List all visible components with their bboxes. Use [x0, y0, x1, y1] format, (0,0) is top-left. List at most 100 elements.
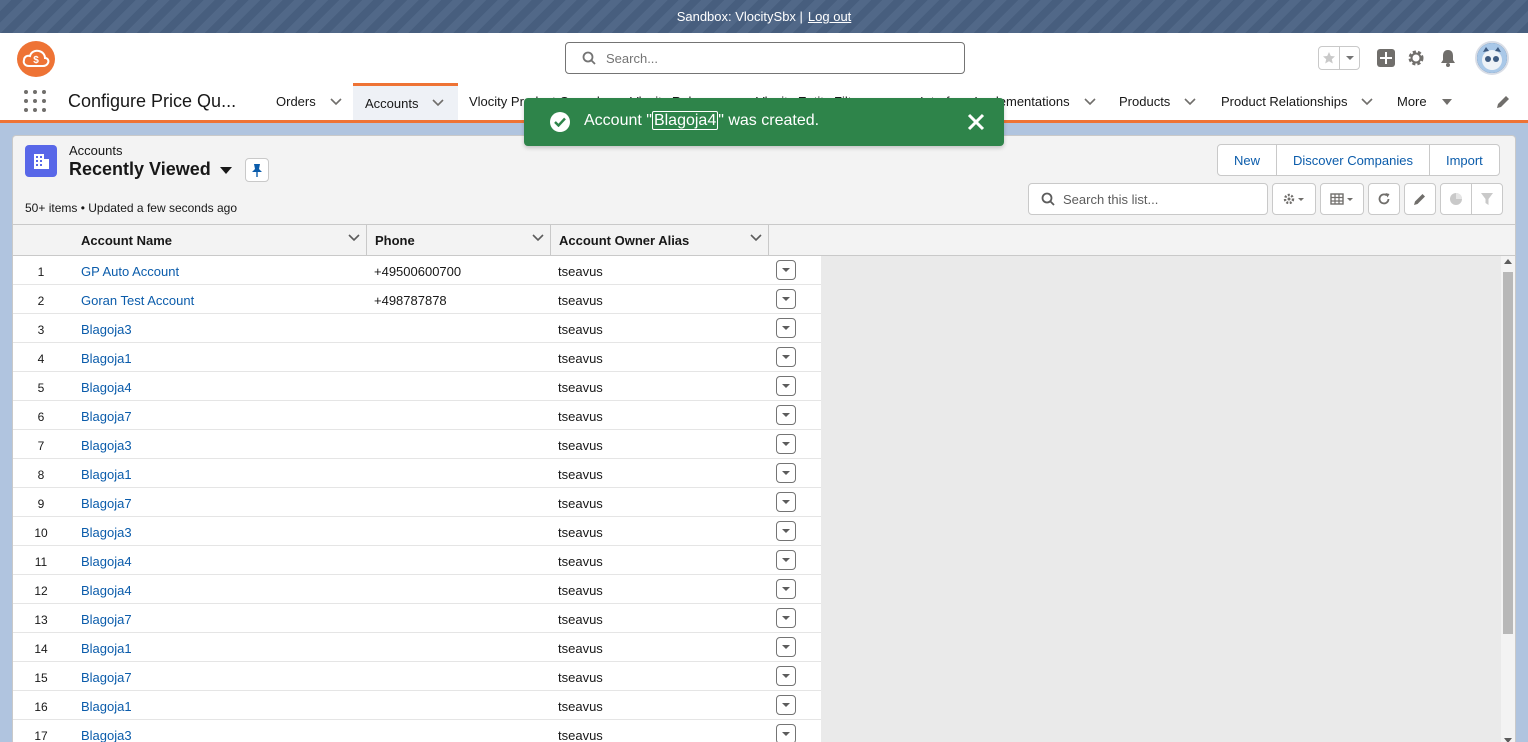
row-actions-button[interactable] [776, 724, 796, 742]
account-name-link[interactable]: Blagoja3 [81, 322, 132, 337]
setup-gear-icon[interactable] [1404, 46, 1428, 70]
user-avatar[interactable] [1475, 41, 1509, 75]
nav-item-more[interactable]: More [1385, 83, 1465, 120]
pin-list-view-button[interactable] [245, 158, 269, 182]
account-name-link[interactable]: Blagoja7 [81, 670, 132, 685]
favorites-group [1318, 46, 1360, 70]
edit-nav-pencil-icon[interactable] [1495, 94, 1511, 110]
table-row: 11 Blagoja4 tseavus [13, 546, 821, 575]
account-name-link[interactable]: Blagoja4 [81, 583, 132, 598]
account-name-link[interactable]: Blagoja1 [81, 699, 132, 714]
salesforce-cpq-logo-icon[interactable]: $ [17, 41, 55, 77]
row-actions-button[interactable] [776, 695, 796, 715]
row-number-header [13, 225, 69, 256]
chevron-down-icon[interactable] [432, 99, 445, 107]
account-name-link[interactable]: Blagoja7 [81, 496, 132, 511]
row-actions-button[interactable] [776, 405, 796, 425]
account-name-link[interactable]: Blagoja3 [81, 525, 132, 540]
row-actions-button[interactable] [776, 579, 796, 599]
row-actions-button[interactable] [776, 637, 796, 657]
new-button[interactable]: New [1218, 145, 1278, 175]
display-as-table-button[interactable] [1320, 183, 1364, 215]
account-name-link[interactable]: Blagoja1 [81, 467, 132, 482]
column-header-phone[interactable]: Phone [367, 225, 551, 256]
gear-icon [1283, 193, 1304, 205]
row-actions-button[interactable] [776, 492, 796, 512]
object-label: Accounts [69, 143, 123, 158]
row-number: 8 [37, 468, 45, 482]
account-name-link[interactable]: Blagoja7 [81, 409, 132, 424]
row-actions-button[interactable] [776, 434, 796, 454]
caret-down-icon[interactable] [1441, 98, 1453, 106]
app-launcher-waffle-icon[interactable] [24, 90, 46, 112]
chevron-down-icon [782, 645, 790, 649]
notifications-bell-icon[interactable] [1436, 46, 1460, 70]
global-actions-plus-icon[interactable] [1374, 46, 1398, 70]
account-name-link[interactable]: Blagoja7 [81, 612, 132, 627]
owner-alias-cell: tseavus [558, 409, 603, 424]
chevron-down-icon[interactable] [532, 234, 544, 242]
global-search-placeholder: Search... [606, 50, 659, 66]
list-view-controls-button[interactable] [1272, 183, 1316, 215]
caret-down-icon[interactable] [219, 159, 233, 180]
table-row: 12 Blagoja4 tseavus [13, 575, 821, 604]
chevron-down-icon[interactable] [330, 97, 342, 106]
row-actions-button[interactable] [776, 376, 796, 396]
favorite-star-icon[interactable] [1319, 47, 1341, 69]
chevron-down-icon[interactable] [750, 234, 762, 242]
row-actions-button[interactable] [776, 318, 796, 338]
table-scrollbar[interactable] [1501, 256, 1515, 742]
account-name-link[interactable]: Blagoja4 [81, 554, 132, 569]
row-actions-button[interactable] [776, 347, 796, 367]
import-button[interactable]: Import [1430, 145, 1499, 175]
list-meta-info: 50+ items • Updated a few seconds ago [25, 201, 237, 215]
column-header-account-owner-alias[interactable]: Account Owner Alias [551, 225, 769, 256]
account-name-link[interactable]: Blagoja4 [81, 380, 132, 395]
discover-companies-button[interactable]: Discover Companies [1277, 145, 1430, 175]
column-header-account-name[interactable]: Account Name [73, 225, 367, 256]
nav-item-accounts[interactable]: Accounts [353, 83, 458, 120]
refresh-button[interactable] [1368, 183, 1400, 215]
nav-item-products[interactable]: Products [1107, 83, 1208, 120]
account-name-link[interactable]: Goran Test Account [81, 293, 194, 308]
inline-edit-button[interactable] [1404, 183, 1436, 215]
table-row: 13 Blagoja7 tseavus [13, 604, 821, 633]
scroll-up-arrow-icon[interactable] [1504, 259, 1512, 264]
chevron-down-icon[interactable] [348, 234, 360, 242]
list-search-input[interactable]: Search this list... [1028, 183, 1268, 215]
scroll-down-arrow-icon[interactable] [1504, 738, 1512, 742]
global-search-input[interactable]: Search... [565, 42, 965, 74]
chevron-down-icon [782, 442, 790, 446]
filters-button[interactable] [1471, 183, 1503, 215]
list-view-selector[interactable]: Recently Viewed [69, 159, 233, 180]
chevron-down-icon[interactable] [1361, 97, 1374, 106]
favorites-dropdown-icon[interactable] [1340, 47, 1359, 69]
nav-item-product-relationships[interactable]: Product Relationships [1209, 83, 1385, 120]
row-actions-button[interactable] [776, 550, 796, 570]
account-name-link[interactable]: Blagoja1 [81, 351, 132, 366]
owner-alias-cell: tseavus [558, 583, 603, 598]
account-name-link[interactable]: Blagoja3 [81, 438, 132, 453]
row-number: 14 [34, 642, 48, 656]
chevron-down-icon [782, 529, 790, 533]
row-actions-button[interactable] [776, 260, 796, 280]
account-name-link[interactable]: Blagoja3 [81, 728, 132, 742]
logout-link[interactable]: Log out [808, 9, 851, 24]
row-actions-button[interactable] [776, 521, 796, 541]
row-actions-button[interactable] [776, 666, 796, 686]
row-actions-button[interactable] [776, 608, 796, 628]
scrollbar-thumb[interactable] [1503, 272, 1513, 634]
nav-item-orders[interactable]: Orders [264, 83, 354, 120]
account-name-link[interactable]: Blagoja1 [81, 641, 132, 656]
charts-button[interactable] [1440, 183, 1472, 215]
account-name-link[interactable]: GP Auto Account [81, 264, 179, 279]
chevron-down-icon[interactable] [1184, 97, 1196, 106]
close-icon[interactable] [966, 112, 986, 132]
owner-alias-cell: tseavus [558, 322, 603, 337]
chevron-down-icon[interactable] [1084, 97, 1096, 106]
row-actions-button[interactable] [776, 463, 796, 483]
sandbox-banner: Sandbox: VlocitySbx | Log out [0, 0, 1528, 33]
pie-chart-icon [1450, 193, 1462, 205]
toast-record-link[interactable]: Blagoja4 [651, 111, 719, 130]
row-actions-button[interactable] [776, 289, 796, 309]
